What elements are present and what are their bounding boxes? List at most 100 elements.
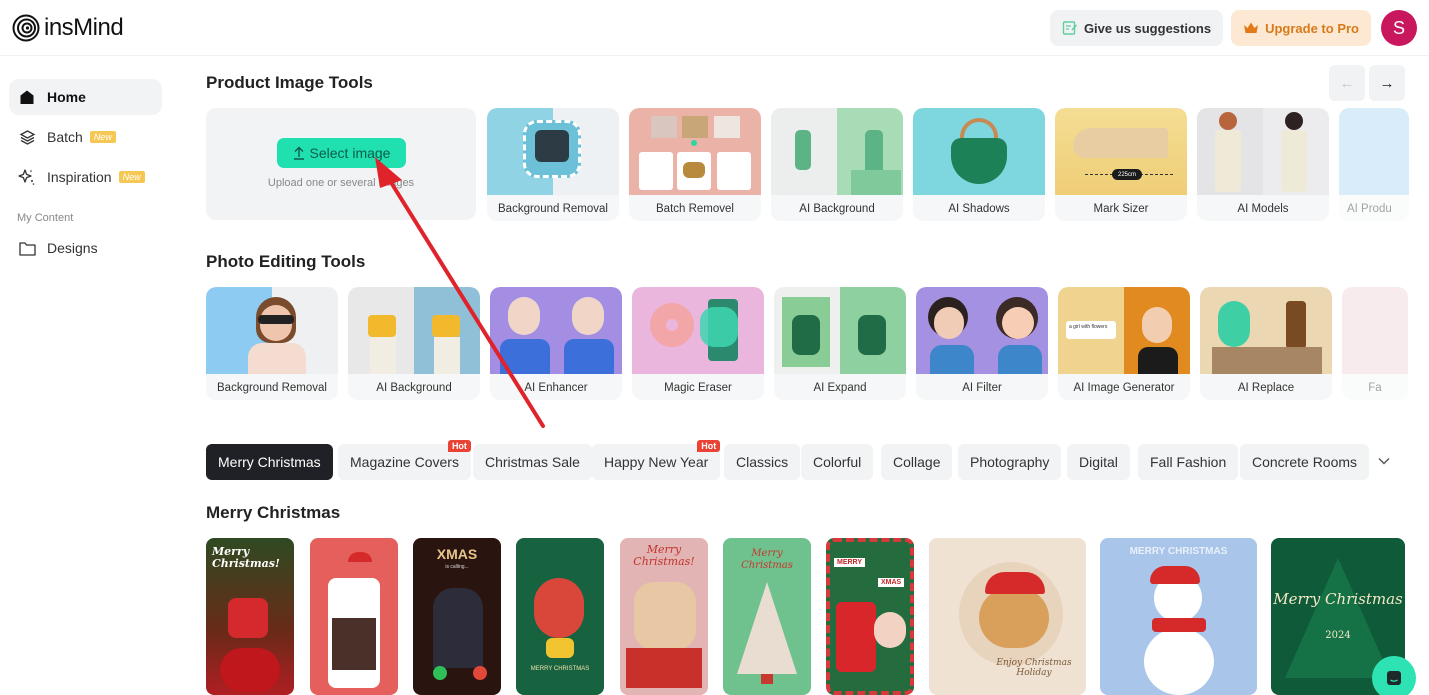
tool-card-ai-models[interactable]: AI Models xyxy=(1197,108,1329,221)
new-badge: New xyxy=(89,131,116,143)
product-tools-title: Product Image Tools xyxy=(206,73,373,92)
sidebar-item-designs[interactable]: Designs xyxy=(9,230,162,266)
sidebar-item-label: Inspiration xyxy=(47,169,112,185)
template-card[interactable]: Merry Christmas! xyxy=(620,538,708,695)
select-image-label: Select image xyxy=(309,145,391,161)
tool-thumbnail xyxy=(774,287,906,374)
sidebar-item-label: Designs xyxy=(47,240,98,256)
upload-hint: Upload one or several images xyxy=(267,177,415,189)
template-card[interactable]: MERRY CHRISTMAS xyxy=(1100,538,1257,695)
tool-card-ai-product[interactable]: AI Produ xyxy=(1339,108,1409,221)
chip-label: Photography xyxy=(970,454,1050,470)
template-card[interactable] xyxy=(310,538,398,695)
tool-label: AI Shadows xyxy=(948,202,1010,215)
category-chip-digital[interactable]: Digital xyxy=(1067,444,1130,480)
give-suggestions-button[interactable]: Give us suggestions xyxy=(1049,10,1224,46)
tool-card-ai-enhancer[interactable]: AI Enhancer xyxy=(490,287,622,400)
chip-label: Digital xyxy=(1079,454,1118,470)
templates-title: Merry Christmas xyxy=(206,503,341,522)
photo-tools-title: Photo Editing Tools xyxy=(206,252,366,271)
brand-name: insMind xyxy=(44,14,124,41)
template-text: Merry Christmas xyxy=(741,548,793,571)
category-chip-concrete-rooms[interactable]: Concrete Rooms xyxy=(1240,444,1370,480)
sparkle-icon xyxy=(18,168,36,186)
template-card[interactable]: Enjoy Christmas Holiday xyxy=(929,538,1086,695)
tool-thumbnail: 225cm xyxy=(1055,108,1187,195)
tool-thumbnail xyxy=(632,287,764,374)
tool-card-partial[interactable]: Fa xyxy=(1342,287,1408,400)
tool-thumbnail xyxy=(348,287,480,374)
carousel-next-button[interactable]: → xyxy=(1369,65,1405,101)
sidebar-item-label: Home xyxy=(47,89,86,105)
template-subtext: 2024 xyxy=(1325,630,1351,641)
tool-card-background-removal[interactable]: Background Removal xyxy=(487,108,619,221)
chip-label: Concrete Rooms xyxy=(1252,454,1358,470)
tool-card-ai-shadows[interactable]: AI Shadows xyxy=(913,108,1045,221)
tool-card-ai-replace[interactable]: AI Replace xyxy=(1200,287,1332,400)
feedback-icon xyxy=(1062,21,1077,35)
folder-icon xyxy=(18,239,36,257)
template-text: Enjoy Christmas Holiday xyxy=(996,658,1072,678)
user-avatar[interactable]: S xyxy=(1381,10,1417,46)
template-card[interactable]: Merry Christmas xyxy=(723,538,811,695)
tool-thumbnail xyxy=(1200,287,1332,374)
carousel-prev-button[interactable]: ← xyxy=(1329,65,1365,101)
template-text: MERRY CHRISTMAS xyxy=(1129,546,1228,557)
category-chip-colorful[interactable]: Colorful xyxy=(801,444,874,480)
template-card[interactable]: Merry Christmas! xyxy=(206,538,294,695)
give-suggestions-label: Give us suggestions xyxy=(1083,20,1212,36)
select-image-button[interactable]: Select image xyxy=(277,138,406,168)
category-chip-fall-fashion[interactable]: Fall Fashion xyxy=(1138,444,1239,480)
tool-label: AI Enhancer xyxy=(524,381,588,394)
sidebar-item-batch[interactable]: Batch New xyxy=(9,119,162,155)
tool-label: AI Filter xyxy=(962,381,1002,394)
tool-label: Background Removal xyxy=(498,202,608,215)
template-text: Merry Christmas! xyxy=(212,545,280,570)
tool-thumbnail xyxy=(913,108,1045,195)
upgrade-to-pro-label: Upgrade to Pro xyxy=(1265,20,1359,36)
tool-card-mark-sizer[interactable]: 225cm Mark Sizer xyxy=(1055,108,1187,221)
tool-card-ai-expand[interactable]: AI Expand xyxy=(774,287,906,400)
support-chat-button[interactable] xyxy=(1372,656,1416,695)
sidebar-item-home[interactable]: Home xyxy=(9,79,162,115)
tool-label: Fa xyxy=(1368,381,1382,394)
category-chip-photography[interactable]: Photography xyxy=(958,444,1062,480)
chip-label: Magazine Covers xyxy=(350,454,459,470)
tool-card-magic-eraser[interactable]: Magic Eraser xyxy=(632,287,764,400)
chip-label: Fall Fashion xyxy=(1150,454,1227,470)
measure-label: 225cm xyxy=(1112,169,1142,180)
logo-icon xyxy=(12,14,40,42)
prompt-text: a girl with flowers xyxy=(1066,321,1116,339)
upload-dropzone[interactable]: Select image Upload one or several image… xyxy=(206,108,476,220)
template-card[interactable]: MERRY CHRISTMAS xyxy=(516,538,604,695)
category-chip-merry-christmas[interactable]: Merry Christmas xyxy=(206,444,333,480)
brand-logo[interactable]: insMind xyxy=(12,14,124,42)
template-text: MERRY xyxy=(834,558,866,567)
template-subtext: is calling... xyxy=(445,564,469,570)
category-chip-collage[interactable]: Collage xyxy=(881,444,953,480)
sidebar-item-inspiration[interactable]: Inspiration New xyxy=(9,159,162,195)
template-card[interactable]: MERRY XMAS xyxy=(826,538,914,695)
upgrade-to-pro-button[interactable]: Upgrade to Pro xyxy=(1231,10,1371,46)
arrow-left-icon: ← xyxy=(1339,74,1355,92)
chevron-down-icon[interactable] xyxy=(1378,452,1390,468)
category-chip-magazine-covers[interactable]: Magazine Covers Hot xyxy=(338,440,471,480)
category-chip-classics[interactable]: Classics xyxy=(724,444,801,480)
tool-card-photo-ai-background[interactable]: AI Background xyxy=(348,287,480,400)
tool-card-batch-removel[interactable]: Batch Removel xyxy=(629,108,761,221)
tool-card-ai-background[interactable]: AI Background xyxy=(771,108,903,221)
chip-label: Merry Christmas xyxy=(218,454,321,470)
tool-card-photo-background-removal[interactable]: Background Removal xyxy=(206,287,338,400)
tool-thumbnail xyxy=(1342,287,1408,374)
tool-card-ai-filter[interactable]: AI Filter xyxy=(916,287,1048,400)
tool-thumbnail xyxy=(487,108,619,195)
tool-thumbnail xyxy=(1339,108,1409,195)
tool-label: Mark Sizer xyxy=(1093,202,1149,215)
category-chip-christmas-sale[interactable]: Christmas Sale xyxy=(473,444,592,480)
tool-thumbnail xyxy=(771,108,903,195)
template-card[interactable]: XMAS is calling... xyxy=(413,538,501,695)
tool-label: Background Removal xyxy=(217,381,327,394)
tool-card-ai-image-generator[interactable]: a girl with flowers AI Image Generator xyxy=(1058,287,1190,400)
category-chip-happy-new-year[interactable]: Happy New Year Hot xyxy=(592,440,721,480)
template-text: XMAS xyxy=(436,546,478,562)
